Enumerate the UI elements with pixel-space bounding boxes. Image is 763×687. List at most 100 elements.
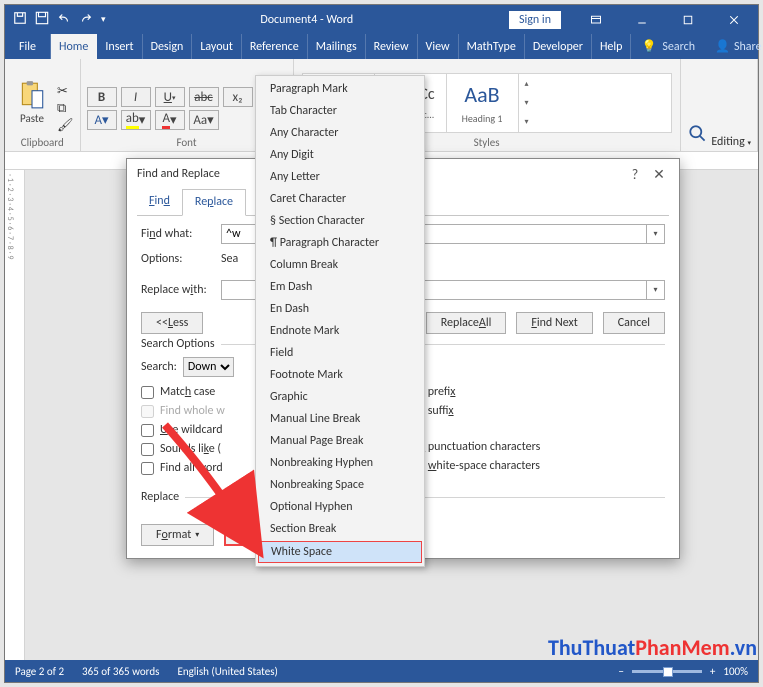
menu-item-manual-page-break[interactable]: Manual Page Break [256, 430, 424, 452]
styles-down-icon[interactable]: ▾ [525, 98, 529, 108]
watermark: ThuThuatPhanMem.vn [548, 634, 757, 661]
redo-icon[interactable] [79, 11, 93, 29]
tab-developer[interactable]: Developer [525, 34, 592, 59]
menu-item-manual-line-break[interactable]: Manual Line Break [256, 408, 424, 430]
menu-item-column-break[interactable]: Column Break [256, 254, 424, 276]
menu-item-footnote-mark[interactable]: Footnote Mark [256, 364, 424, 386]
wildcards-checkbox[interactable]: Use wildcard [141, 423, 225, 437]
menu-item-paragraph-mark[interactable]: Paragraph Mark [256, 78, 424, 100]
menu-item-nonbreaking-space[interactable]: Nonbreaking Space [256, 474, 424, 496]
tell-me[interactable]: 💡 Search [631, 34, 705, 59]
lightbulb-icon: 💡 [641, 39, 656, 54]
tab-replace[interactable]: Replace [182, 189, 246, 216]
menu-item-nonbreaking-hyphen[interactable]: Nonbreaking Hyphen [256, 452, 424, 474]
replace-all-button[interactable]: Replace All [426, 312, 507, 334]
tab-design[interactable]: Design [143, 34, 193, 59]
autosave-icon[interactable] [13, 11, 27, 29]
tab-mailings[interactable]: Mailings [308, 34, 366, 59]
find-what-dropdown-icon[interactable]: ▾ [647, 224, 665, 244]
format-button[interactable]: Format▾ [141, 524, 214, 546]
underline-button[interactable]: U ▾ [155, 87, 185, 107]
maximize-icon[interactable] [666, 5, 710, 34]
group-clipboard: Paste ✂ ⧉ 🖌 Clipboard [5, 59, 81, 151]
close-icon[interactable]: ✕ [647, 166, 671, 183]
subscript-button[interactable]: x₂ [223, 87, 253, 107]
tab-home[interactable]: Home [51, 34, 97, 59]
format-painter-icon[interactable]: 🖌 [57, 118, 74, 133]
search-direction-select[interactable]: Down [183, 357, 234, 377]
status-page[interactable]: Page 2 of 2 [15, 665, 64, 678]
status-words[interactable]: 365 of 365 words [82, 665, 159, 678]
zoom-in-icon[interactable]: + [710, 665, 715, 678]
menu-item-section-break[interactable]: Section Break [256, 518, 424, 540]
menu-item-any-digit[interactable]: Any Digit [256, 144, 424, 166]
less-button[interactable]: << Less [141, 312, 203, 334]
bold-button[interactable]: B [87, 87, 117, 107]
statusbar: Page 2 of 2 365 of 365 words English (Un… [5, 660, 758, 682]
replace-legend: Replace [141, 490, 185, 504]
save-icon[interactable] [35, 11, 49, 29]
text-effects-button[interactable]: A▾ [87, 110, 117, 130]
find-next-button[interactable]: Find Next [516, 312, 592, 334]
menu-item--section-character[interactable]: § Section Character [256, 210, 424, 232]
menu-item-any-character[interactable]: Any Character [256, 122, 424, 144]
share-icon: 👤 [715, 39, 730, 54]
tab-mathtype[interactable]: MathType [459, 34, 525, 59]
menu-item-tab-character[interactable]: Tab Character [256, 100, 424, 122]
styles-more-icon[interactable]: ▾ [525, 117, 529, 127]
menu-item-en-dash[interactable]: En Dash [256, 298, 424, 320]
minimize-icon[interactable] [620, 5, 664, 34]
sign-in-button[interactable]: Sign in [508, 10, 562, 30]
tab-layout[interactable]: Layout [192, 34, 242, 59]
paste-button[interactable]: Paste [11, 80, 53, 133]
all-word-forms-checkbox[interactable]: Find all word [141, 461, 225, 475]
tab-file[interactable]: File [5, 34, 51, 59]
italic-button[interactable]: I [121, 87, 151, 107]
close-icon[interactable] [712, 5, 756, 34]
replace-with-dropdown-icon[interactable]: ▾ [647, 280, 665, 300]
sounds-like-checkbox[interactable]: Sounds like ( [141, 442, 225, 456]
help-icon[interactable]: ? [623, 166, 647, 183]
zoom-slider[interactable] [632, 670, 702, 673]
styles-up-icon[interactable]: ▴ [525, 79, 529, 89]
menu-item--paragraph-character[interactable]: ¶ Paragraph Character [256, 232, 424, 254]
search-dir-label: Search: [141, 360, 177, 374]
strikethrough-button[interactable]: abc [189, 87, 219, 107]
tab-find[interactable]: Find [137, 189, 182, 215]
menu-item-em-dash[interactable]: Em Dash [256, 276, 424, 298]
tab-view[interactable]: View [418, 34, 459, 59]
share-button[interactable]: 👤 Share [705, 34, 763, 59]
cancel-button[interactable]: Cancel [603, 312, 665, 334]
font-color-button[interactable]: A▾ [155, 110, 185, 130]
whole-words-checkbox[interactable]: Find whole w [141, 404, 225, 418]
match-case-checkbox[interactable]: Match case [141, 385, 225, 399]
menu-item-caret-character[interactable]: Caret Character [256, 188, 424, 210]
undo-icon[interactable] [57, 11, 71, 29]
zoom-level[interactable]: 100% [723, 665, 748, 678]
highlight-button[interactable]: ab▾ [121, 110, 151, 130]
ribbon-display-icon[interactable] [574, 5, 618, 34]
tab-references[interactable]: Reference [242, 34, 308, 59]
zoom-out-icon[interactable]: − [618, 665, 623, 678]
menu-item-endnote-mark[interactable]: Endnote Mark [256, 320, 424, 342]
menu-item-white-space[interactable]: White Space [258, 541, 422, 563]
status-language[interactable]: English (United States) [177, 665, 277, 678]
menu-item-any-letter[interactable]: Any Letter [256, 166, 424, 188]
cut-icon[interactable]: ✂ [57, 84, 74, 99]
window-title: Document4 - Word [106, 13, 508, 27]
tab-insert[interactable]: Insert [97, 34, 142, 59]
menu-item-graphic[interactable]: Graphic [256, 386, 424, 408]
editing-button[interactable]: Editing ▾ [687, 123, 751, 149]
find-what-label: Find what: [141, 227, 221, 241]
replace-with-label: Replace with: [141, 283, 221, 297]
special-menu: Paragraph MarkTab CharacterAny Character… [255, 75, 425, 567]
tab-review[interactable]: Review [366, 34, 418, 59]
left-checks: Match case Find whole w Use wildcard Sou… [141, 385, 225, 475]
tab-help[interactable]: Help [592, 34, 632, 59]
style-heading1[interactable]: AaB Heading 1 [447, 74, 519, 132]
menu-item-field[interactable]: Field [256, 342, 424, 364]
menu-item-optional-hyphen[interactable]: Optional Hyphen [256, 496, 424, 518]
copy-icon[interactable]: ⧉ [57, 101, 74, 116]
ruler-vertical: · 1 · 2 · 3 · 4 · 5 · 6 · 7 · 8 · 9 [5, 170, 25, 660]
change-case-button[interactable]: Aa▾ [189, 110, 219, 130]
